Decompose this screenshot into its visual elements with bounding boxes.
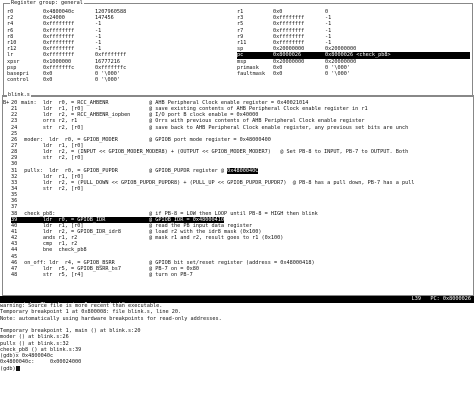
console-text: Temporary breakpoint 1 at 0x800008: file… — [0, 309, 182, 316]
source-code: ldr r0, = GPIOB_IDR @ GPIOB_IDR = 0x4800… — [21, 216, 225, 223]
register-natural-value: 0 '\000' — [325, 70, 350, 77]
source-code: ldr r1, [r0] — [21, 142, 84, 149]
register-panel-title: Register group: general — [10, 0, 84, 7]
console-text: warning: Source file is more recent than… — [0, 303, 163, 309]
source-code: str r5, [r4] @ turn on PB-7 — [21, 271, 193, 278]
source-code: ldr r1, [r0] @ read the PB input data re… — [21, 222, 253, 229]
source-code: ands r1, r2 @ mask r1 and r2, result goe… — [21, 235, 284, 242]
source-code: cmp r1, r2 — [21, 241, 78, 248]
source-code: ldr r5, = GPIOB_BSRR_bs7 @ PB-7 on = 0x8… — [21, 265, 200, 272]
register-row: control 0x0 0 '\000' — [7, 77, 126, 83]
console-text: Temporary breakpoint 1, main () at blink… — [0, 328, 141, 334]
register-name: control — [7, 77, 29, 84]
source-code: ldr r1, [r0] @ save existing contents of… — [21, 106, 368, 113]
source-lines: B+ 20 main: ldr r0, = RCC_AHBENR @ AHB Per… — [3, 100, 473, 278]
source-code: orrs r2, r1 @ Orrs with previous content… — [21, 118, 365, 125]
source-code: ldr r2, = GPIOB_IDR_idr8 @ load r2 with … — [21, 228, 262, 235]
source-panel[interactable]: blink.s B+ 20 main: ldr r0, = RCC_AHBENR @… — [2, 92, 474, 296]
source-code: pullx: ldr r0, = GPIOB_PUPDR @ GPIOB_PUP… — [21, 167, 228, 174]
source-code: str r2, [r0] — [21, 155, 84, 162]
console-text: check_pb8 () at blink.s:39 — [0, 346, 82, 353]
register-name: faultmask — [237, 70, 266, 77]
console-text: (gdb)x 0x4800040c — [0, 353, 54, 359]
console-text: moder () at blink.s:26 — [0, 334, 69, 341]
source-code: ldr r1, [r0] — [21, 173, 84, 180]
highlighted-address: 0x4800040C — [227, 167, 259, 174]
status-bar: extended-r Thread <main> In: check_pb8 L… — [0, 296, 474, 308]
source-code: check_pb8: @ if PB-8 = LOW then LOOP unt… — [21, 210, 318, 217]
source-code: ldr r2, = (INPUT << GPIOB_MODER_MODER8) … — [21, 149, 409, 156]
status-pc: PC: 0x8000026 — [430, 296, 471, 302]
console-text: 0x4800040c: 0x00024000 — [0, 359, 82, 366]
source-line[interactable]: 48 str r5, [r4] @ turn on PB-7 — [3, 272, 473, 278]
status-location: L39 PC: 0x8000026 — [412, 296, 471, 302]
source-code: bne check_pb8 — [21, 247, 87, 254]
register-row: faultmask 0x0 0 '\000' — [237, 71, 470, 77]
console-text: pullx () at blink.s:32 — [0, 340, 69, 347]
console-line: (gdb) — [0, 365, 474, 372]
source-code: str r2, [r0] @ save back to AHB Peripher… — [21, 124, 409, 131]
register-hex-value: 0x0 — [43, 77, 53, 84]
source-code: ldr r2, = RCC_AHBENR_iopben @ I/O port B… — [21, 112, 259, 119]
source-code: on_off: ldr r4, = GPIOB_BSRR @ GPIOB bit… — [21, 259, 315, 266]
register-column-left: r0 0x4800040c 1207960588 r2 0x24000 147456 r4 0… — [7, 9, 126, 83]
line-number: 48 — [11, 271, 18, 278]
source-code: str r2, [r0] — [21, 185, 84, 192]
register-column-right: r1 0x0 0 r3 0xffffffff -1 r5 0xffffffff -1 r7 0xff… — [237, 9, 470, 77]
source-panel-title: blink.s — [7, 92, 31, 99]
status-line: L39 — [411, 296, 422, 302]
register-hex-value: 0x0 — [273, 70, 283, 77]
console-text: (gdb) — [0, 365, 16, 372]
register-natural-value: 0 '\000' — [95, 77, 120, 84]
source-code: ldr r2, = (PULL_DOWN << GPIOB_PUPDR_PUPD… — [21, 179, 415, 186]
console-text: Note: automatically using hardware break… — [0, 315, 222, 322]
source-code: main: ldr r0, = RCC_AHBENR @ AHB Periphe… — [21, 100, 309, 106]
text-cursor — [15, 365, 20, 371]
source-code: moder: ldr r0, = GPIOB_MODER @ GPIOB por… — [21, 136, 271, 143]
gdb-console[interactable]: warning: Source file is more recent than… — [0, 303, 474, 372]
register-panel: Register group: general r0 0x4800040c 1207… — [3, 0, 473, 97]
